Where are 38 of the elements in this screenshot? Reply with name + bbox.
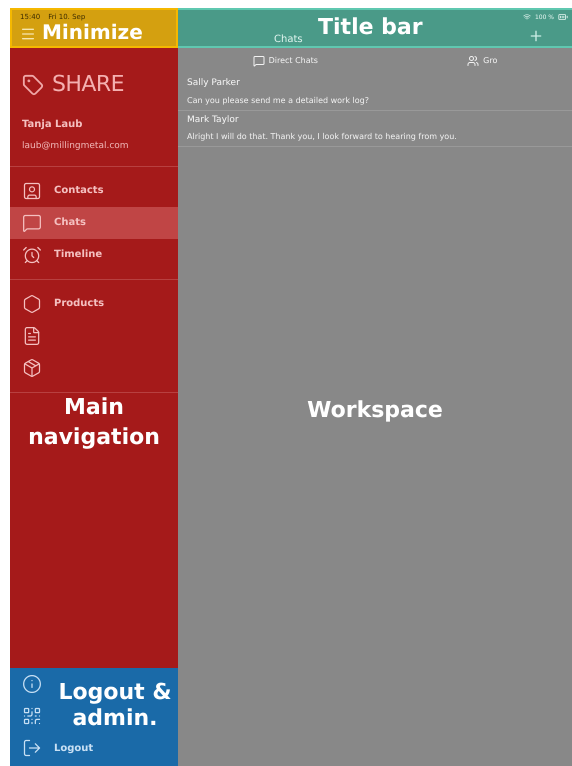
document-icon [22,326,42,346]
user-name: Tanja Laub [22,118,84,132]
hexagon-icon [22,294,42,314]
nav-item[interactable]: Chats [10,206,178,238]
chat-preview: Alright I will do that. Thank you, I look forward to hearing from you. [187,131,458,143]
menu-icon[interactable] [20,26,36,42]
annotation-label: Title bar [318,14,423,42]
wifi-icon [522,13,531,21]
annotation-label: Minimize [42,20,143,44]
nav-item[interactable]: Contacts [10,174,178,206]
logo: SHARE [52,71,124,99]
add-icon[interactable] [528,28,544,44]
logout-icon [22,738,42,758]
speech-bubble-icon [252,55,265,67]
tag-icon [22,74,44,96]
chat-name: Sally Parker [187,77,241,90]
people-icon [467,55,480,67]
chat-row[interactable]: Mark Taylor Alright I will do that. Thank you, I look forward to hearing from you. [178,110,572,147]
segment-tab[interactable]: Direct Chats [252,55,318,67]
box-icon [22,358,42,378]
clock-icon [22,244,42,264]
user-email: laub@millingmetal.com [22,140,130,153]
chat-row[interactable]: Sally Parker Can you please send me a detailed work log? [178,74,572,110]
nav-item[interactable]: Timeline [10,238,178,270]
qr-code-icon [22,706,42,726]
annotation-label: Main navigation [27,394,161,452]
info-icon [22,674,42,694]
chat-name: Mark Taylor [187,114,240,126]
chat-preview: Can you please send me a detailed work log? [187,94,370,106]
contact-card-icon [22,180,42,200]
nav-item[interactable]: Logout [10,732,98,764]
annotation-label: Logout & admin. [57,680,173,732]
battery-icon [558,12,568,22]
segment-tab[interactable]: Gro [467,55,498,67]
speech-bubble-icon [22,212,42,232]
nav-item[interactable]: Products [10,288,178,320]
screen-title: Chats [274,33,303,47]
annotation-label: Workspace [306,397,444,425]
